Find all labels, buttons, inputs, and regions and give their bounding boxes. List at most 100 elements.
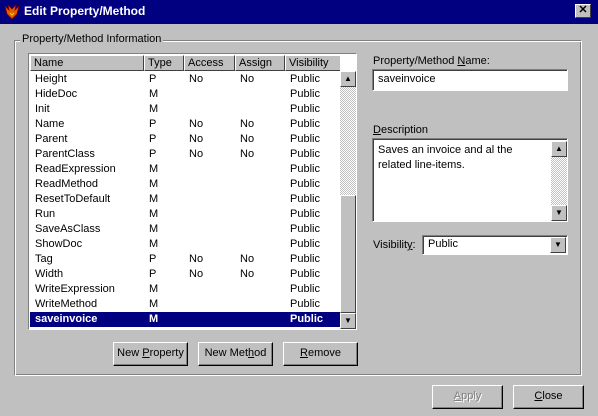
- cell-visibility: Public: [290, 133, 320, 145]
- cell-visibility: Public: [290, 73, 320, 85]
- cell-name: Tag: [35, 253, 53, 265]
- table-row[interactable]: Parent P No No Public: [30, 132, 340, 147]
- cell-visibility: Public: [290, 208, 320, 220]
- description-textarea[interactable]: Saves an invoice and al the related line…: [372, 138, 568, 222]
- description-text: Saves an invoice and al the related line…: [378, 144, 513, 171]
- new-method-button[interactable]: New Method: [198, 342, 273, 366]
- cell-name: Height: [35, 73, 67, 85]
- cell-name: Parent: [35, 133, 68, 145]
- scroll-down-button[interactable]: ▼: [340, 313, 356, 329]
- table-row[interactable]: ReadMethod M Public: [30, 177, 340, 192]
- new-property-label-b: roperty: [149, 347, 184, 359]
- cell-name: saveinvoice: [35, 313, 98, 325]
- column-header-type[interactable]: Type: [144, 55, 184, 71]
- list-body: Name Type Access Assign Visibility Heigh…: [30, 55, 340, 328]
- cell-access: No: [189, 148, 204, 160]
- close-label: lose: [542, 390, 563, 402]
- cell-assign: No: [240, 133, 255, 145]
- close-button[interactable]: Close: [513, 385, 584, 409]
- list-header: Name Type Access Assign Visibility: [30, 55, 340, 71]
- table-row[interactable]: Init M Public: [30, 102, 340, 117]
- table-row[interactable]: ReadExpression M Public: [30, 162, 340, 177]
- description-scrollbar[interactable]: ▲ ▼: [551, 141, 567, 221]
- table-row[interactable]: Height P No No Public: [30, 72, 340, 87]
- window-title: Edit Property/Method: [24, 4, 146, 18]
- cell-type: M: [149, 313, 159, 325]
- new-method-label-b: od: [254, 347, 267, 359]
- remove-button[interactable]: Remove: [283, 342, 358, 366]
- cell-assign: No: [240, 73, 255, 85]
- cell-assign: No: [240, 253, 255, 265]
- new-property-button[interactable]: New Property: [113, 342, 188, 366]
- visibility-label: Visibility:: [373, 239, 416, 251]
- cell-access: No: [189, 118, 204, 130]
- new-method-label-a: New Met: [204, 347, 249, 359]
- cell-name: Width: [35, 268, 64, 280]
- new-property-label-a: New: [117, 347, 143, 359]
- name-label-a: Property/Method: [373, 55, 458, 67]
- cell-name: Init: [35, 103, 50, 115]
- table-row[interactable]: ParentClass P No No Public: [30, 147, 340, 162]
- table-row[interactable]: Tag P No No Public: [30, 252, 340, 267]
- apply-label: pply: [461, 390, 482, 402]
- cell-type: M: [149, 103, 159, 115]
- property-method-list[interactable]: Name Type Access Assign Visibility Heigh…: [28, 53, 357, 330]
- name-input[interactable]: saveinvoice: [372, 69, 568, 91]
- cell-type: P: [149, 268, 157, 280]
- dropdown-button[interactable]: ▼: [550, 237, 566, 253]
- cell-type: M: [149, 178, 159, 190]
- cell-access: No: [189, 73, 204, 85]
- cell-visibility: Public: [290, 193, 320, 205]
- close-window-button[interactable]: ✕: [575, 4, 591, 18]
- cell-type: M: [149, 163, 159, 175]
- table-row[interactable]: ResetToDefault M Public: [30, 192, 340, 207]
- cell-type: M: [149, 283, 159, 295]
- description-label-b: escription: [380, 124, 429, 136]
- cell-type: M: [149, 208, 159, 220]
- title-bar: Edit Property/Method ✕: [0, 0, 598, 24]
- cell-name: ShowDoc: [35, 238, 83, 250]
- cell-type: M: [149, 238, 159, 250]
- table-row[interactable]: WriteMethod M Public: [30, 297, 340, 312]
- cell-type: M: [149, 193, 159, 205]
- cell-visibility: Public: [290, 178, 320, 190]
- description-scroll-up-button[interactable]: ▲: [551, 141, 567, 157]
- column-header-assign[interactable]: Assign: [235, 55, 285, 71]
- table-row[interactable]: Run M Public: [30, 207, 340, 222]
- cell-type: P: [149, 133, 157, 145]
- list-scrollbar[interactable]: ▲ ▼: [340, 71, 356, 329]
- column-header-name[interactable]: Name: [30, 55, 144, 71]
- scroll-up-button[interactable]: ▲: [340, 71, 356, 87]
- table-row[interactable]: Name P No No Public: [30, 117, 340, 132]
- table-row[interactable]: HideDoc M Public: [30, 87, 340, 102]
- column-header-access[interactable]: Access: [184, 55, 235, 71]
- visibility-value: Public: [428, 238, 458, 250]
- cell-name: HideDoc: [35, 88, 78, 100]
- table-row[interactable]: SaveAsClass M Public: [30, 222, 340, 237]
- remove-accel: R: [300, 347, 308, 359]
- group-label: Property/Method Information: [20, 33, 164, 45]
- cell-assign: No: [240, 118, 255, 130]
- cell-visibility: Public: [290, 238, 320, 250]
- cell-name: Run: [35, 208, 56, 220]
- column-header-visibility[interactable]: Visibility: [285, 55, 340, 71]
- cell-type: M: [149, 223, 159, 235]
- cell-name: ResetToDefault: [35, 193, 111, 205]
- apply-accel: A: [453, 390, 462, 402]
- description-scroll-down-button[interactable]: ▼: [551, 205, 567, 221]
- cell-visibility: Public: [290, 163, 320, 175]
- scroll-thumb[interactable]: [340, 195, 356, 313]
- visibility-select[interactable]: Public ▼: [422, 235, 568, 255]
- scroll-down-arrow-icon: ▼: [555, 208, 563, 217]
- cell-visibility: Public: [290, 298, 320, 310]
- table-row[interactable]: Width P No No Public: [30, 267, 340, 282]
- cell-visibility: Public: [290, 268, 320, 280]
- cell-type: M: [149, 298, 159, 310]
- cell-type: P: [149, 148, 157, 160]
- cell-name: ReadExpression: [35, 163, 116, 175]
- table-row[interactable]: ShowDoc M Public: [30, 237, 340, 252]
- table-row[interactable]: WriteExpression M Public: [30, 282, 340, 297]
- table-row[interactable]: saveinvoice M Public: [30, 312, 340, 327]
- apply-button[interactable]: Apply: [432, 385, 503, 409]
- description-label: Description: [373, 124, 428, 136]
